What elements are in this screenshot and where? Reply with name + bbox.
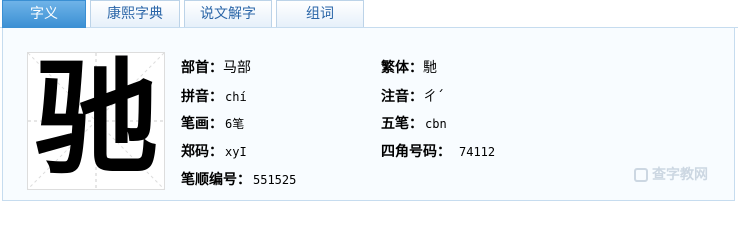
pinyin-value: chí bbox=[225, 90, 247, 104]
tab-bar: 字义 康熙字典 说文解字 组词 bbox=[0, 0, 738, 28]
char-info-widget: 字义 康熙字典 说文解字 组词 驰 部首：马部 繁体：馳 拼音： chí 注音：ㄔ… bbox=[0, 0, 738, 203]
traditional-label: 繁体： bbox=[381, 59, 423, 75]
content-panel: 驰 部首：马部 繁体：馳 拼音： chí 注音：ㄔˊ 笔画： 6笔 五笔： cbn 郑… bbox=[2, 28, 735, 201]
zhuyin-value: ㄔˊ bbox=[423, 89, 444, 105]
wubi-row: 五笔： cbn bbox=[381, 114, 447, 133]
tab-word-groups[interactable]: 组词 bbox=[276, 0, 364, 27]
traditional-row: 繁体：馳 bbox=[381, 58, 437, 77]
zhuyin-label: 注音： bbox=[381, 88, 423, 104]
stroke-order-label: 笔顺编号： bbox=[181, 171, 251, 187]
radical-row: 部首：马部 bbox=[181, 58, 251, 77]
large-character: 驰 bbox=[33, 46, 158, 191]
zhengma-label: 郑码： bbox=[181, 143, 223, 159]
pinyin-label: 拼音： bbox=[181, 88, 223, 104]
radical-value: 马部 bbox=[223, 60, 251, 76]
strokes-label: 笔画： bbox=[181, 115, 223, 131]
zhuyin-row: 注音：ㄔˊ bbox=[381, 87, 444, 106]
character-grid: 驰 bbox=[27, 52, 165, 190]
four-corner-row: 四角号码： 74112 bbox=[381, 142, 495, 161]
watermark-text: 查字教网 bbox=[652, 167, 708, 183]
tab-shuowen[interactable]: 说文解字 bbox=[184, 0, 272, 27]
tab-meaning[interactable]: 字义 bbox=[2, 0, 86, 28]
zhengma-value: xyI bbox=[225, 145, 247, 159]
strokes-row: 笔画： 6笔 bbox=[181, 114, 244, 133]
site-watermark: 查字教网 bbox=[634, 164, 708, 184]
zhengma-row: 郑码： xyI bbox=[181, 142, 247, 161]
wubi-value: cbn bbox=[425, 117, 447, 131]
pinyin-row: 拼音： chí bbox=[181, 87, 247, 106]
stroke-order-value: 551525 bbox=[253, 173, 297, 187]
watermark-logo-icon bbox=[634, 168, 648, 182]
traditional-value: 馳 bbox=[423, 60, 437, 76]
four-corner-label: 四角号码： bbox=[381, 143, 451, 159]
wubi-label: 五笔： bbox=[381, 115, 423, 131]
tab-kangxi-dictionary[interactable]: 康熙字典 bbox=[90, 0, 180, 27]
radical-label: 部首： bbox=[181, 59, 223, 75]
four-corner-value: 74112 bbox=[459, 145, 496, 159]
strokes-value: 6笔 bbox=[225, 117, 245, 131]
stroke-order-row: 笔顺编号： 551525 bbox=[181, 170, 296, 189]
